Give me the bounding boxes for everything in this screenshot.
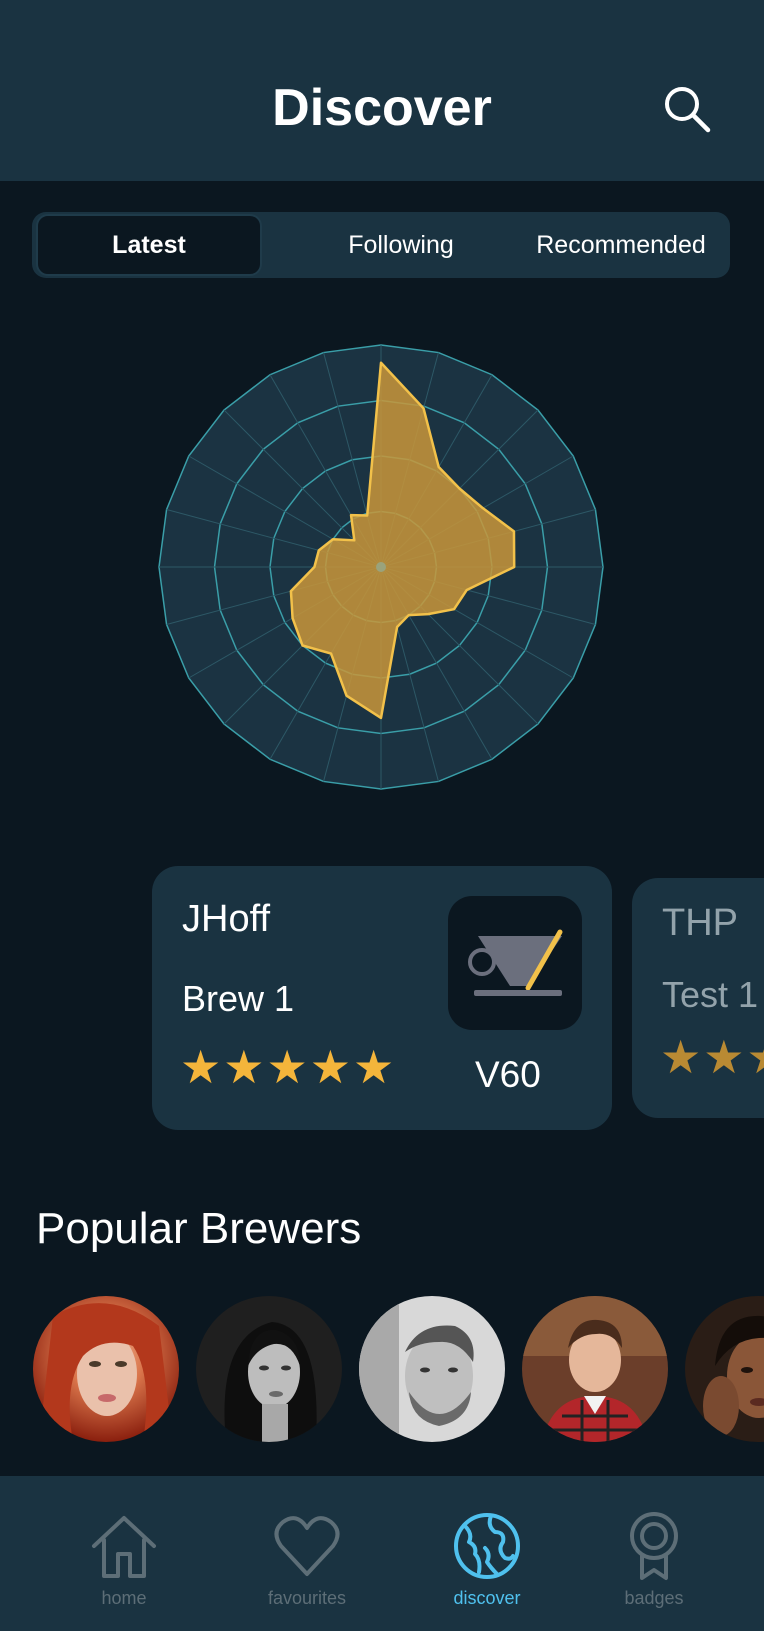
- avatar[interactable]: [33, 1296, 179, 1442]
- avatar[interactable]: [522, 1296, 668, 1442]
- avatar[interactable]: [196, 1296, 342, 1442]
- rating-stars: ★★★★★: [180, 1041, 397, 1093]
- brew-card-user: THP: [662, 902, 738, 944]
- brew-card-title: Test 1: [662, 974, 759, 1015]
- bottom-nav: home favourites discover badges: [0, 1476, 764, 1631]
- nav-favourites-label: favourites: [267, 1588, 347, 1608]
- device-label: V60: [475, 1054, 541, 1095]
- tab-bar: Latest Following Recommended: [32, 212, 730, 278]
- device-thumbnail: [448, 896, 582, 1030]
- nav-home[interactable]: home: [54, 1476, 194, 1631]
- avatar[interactable]: [685, 1296, 764, 1442]
- rating-stars: ★★★: [660, 1031, 764, 1083]
- section-title-popular-brewers: Popular Brewers: [36, 1204, 362, 1253]
- tab-recommended[interactable]: Recommended: [516, 212, 726, 278]
- page-title: Discover: [272, 79, 492, 137]
- avatar[interactable]: [359, 1296, 505, 1442]
- heart-icon: [274, 1516, 340, 1576]
- brew-card[interactable]: JHoff Brew 1 ★★★★★ V60: [152, 866, 612, 1130]
- brew-card-title: Brew 1: [182, 978, 295, 1019]
- brew-card[interactable]: THP Test 1 ★★★: [632, 878, 764, 1118]
- nav-home-label: home: [101, 1588, 147, 1608]
- home-icon: [92, 1516, 156, 1578]
- radar-center-dot: [376, 562, 386, 572]
- nav-favourites[interactable]: favourites: [237, 1476, 377, 1631]
- badge-icon: [630, 1512, 678, 1580]
- header-bar: Discover: [0, 0, 764, 181]
- search-icon[interactable]: [662, 84, 712, 134]
- nav-badges-label: badges: [624, 1588, 684, 1608]
- nav-badges[interactable]: badges: [584, 1476, 724, 1631]
- v60-dripper-icon: [468, 929, 563, 996]
- tab-latest[interactable]: Latest: [36, 214, 262, 276]
- discover-screen: Discover Latest Following Recommended JH…: [0, 0, 764, 1631]
- nav-discover-label: discover: [453, 1588, 521, 1608]
- brew-card-user: JHoff: [182, 898, 271, 940]
- globe-icon: [454, 1513, 520, 1579]
- nav-discover[interactable]: discover: [417, 1476, 557, 1631]
- flavour-radar-chart: [146, 332, 616, 802]
- tab-following[interactable]: Following: [296, 212, 506, 278]
